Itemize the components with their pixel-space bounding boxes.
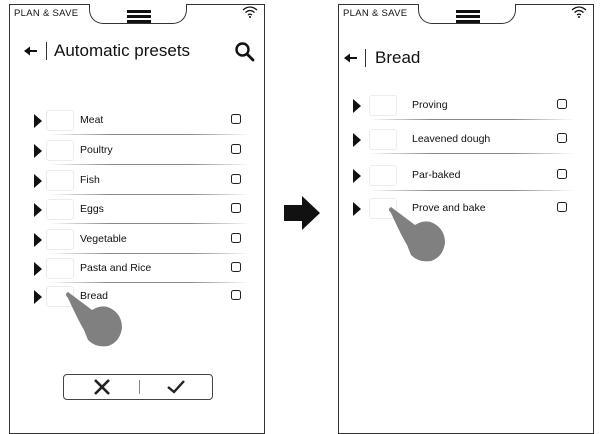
expand-triangle-icon[interactable] <box>34 203 42 217</box>
list-item-label: Vegetable <box>80 233 127 245</box>
check-icon <box>167 380 185 394</box>
hamburger-icon[interactable] <box>456 10 480 23</box>
checkbox[interactable] <box>231 174 241 184</box>
row-divider <box>50 194 250 195</box>
brand-label: PLAN & SAVE <box>343 8 408 19</box>
list-item[interactable]: Proving <box>339 93 595 121</box>
tap-hand-icon <box>66 292 122 347</box>
preset-thumbnail <box>46 110 74 131</box>
list-item[interactable]: Pasta and Rice <box>10 256 266 284</box>
preset-thumbnail <box>46 199 74 220</box>
checkbox[interactable] <box>231 262 241 272</box>
left-phone-screen: PLAN & SAVE Automatic presets Meat Poult… <box>9 4 265 434</box>
row-divider <box>50 134 250 135</box>
list-item[interactable]: Fish <box>10 168 266 196</box>
status-bar: PLAN & SAVE <box>10 4 264 27</box>
expand-triangle-icon[interactable] <box>34 144 42 158</box>
list-item[interactable]: Leavened dough <box>339 127 595 155</box>
expand-triangle-icon[interactable] <box>353 133 361 147</box>
checkbox[interactable] <box>557 99 567 109</box>
preset-thumbnail <box>46 229 74 250</box>
list-item[interactable]: Bread <box>10 284 266 312</box>
confirm-button[interactable] <box>140 375 212 399</box>
expand-triangle-icon[interactable] <box>353 169 361 183</box>
checkbox[interactable] <box>231 233 241 243</box>
action-bar <box>63 374 213 400</box>
title-divider <box>365 49 366 67</box>
list-item-label: Meat <box>80 114 104 126</box>
row-divider <box>50 164 250 165</box>
back-arrow-icon[interactable] <box>341 48 361 68</box>
expand-triangle-icon[interactable] <box>34 114 42 128</box>
checkbox[interactable] <box>231 144 241 154</box>
cancel-button[interactable] <box>64 375 139 399</box>
checkbox[interactable] <box>557 202 567 212</box>
list-item[interactable]: Vegetable <box>10 227 266 255</box>
preset-thumbnail <box>369 129 397 150</box>
list-item-label: Proving <box>412 99 448 111</box>
brand-label: PLAN & SAVE <box>14 8 79 19</box>
checkbox[interactable] <box>557 169 567 179</box>
menu-tab[interactable] <box>418 4 516 24</box>
checkbox[interactable] <box>557 133 567 143</box>
list-item[interactable]: Meat <box>10 108 266 136</box>
checkbox[interactable] <box>231 290 241 300</box>
right-phone-screen: PLAN & SAVE Bread Proving Leavened dough <box>338 4 594 434</box>
wifi-icon <box>571 6 587 18</box>
list-item-label: Poultry <box>80 144 113 156</box>
tap-hand-icon <box>389 207 445 262</box>
expand-triangle-icon[interactable] <box>34 290 42 304</box>
row-divider <box>369 153 574 154</box>
list-item-label: Leavened dough <box>412 133 491 145</box>
row-divider <box>369 190 574 191</box>
preset-thumbnail <box>369 165 397 186</box>
checkbox[interactable] <box>231 203 241 213</box>
preset-thumbnail <box>46 258 74 279</box>
list-item[interactable]: Poultry <box>10 138 266 166</box>
list-item-label: Pasta and Rice <box>80 262 152 274</box>
wifi-icon <box>242 6 258 18</box>
preset-thumbnail <box>46 170 74 191</box>
right-arrow-icon <box>284 196 320 230</box>
back-arrow-icon[interactable] <box>21 41 41 61</box>
close-icon <box>94 379 110 395</box>
page-title: Bread <box>375 48 421 67</box>
row-divider <box>50 253 250 254</box>
list-item-label: Eggs <box>80 203 104 215</box>
status-bar: PLAN & SAVE <box>339 4 593 27</box>
list-item-label: Fish <box>80 174 100 186</box>
expand-triangle-icon[interactable] <box>353 99 361 113</box>
search-icon[interactable] <box>234 41 256 63</box>
menu-tab[interactable] <box>89 4 187 24</box>
preset-thumbnail <box>46 140 74 161</box>
page-title: Automatic presets <box>54 41 191 60</box>
row-divider <box>369 119 574 120</box>
list-item[interactable]: Eggs <box>10 197 266 225</box>
expand-triangle-icon[interactable] <box>353 202 361 216</box>
list-item[interactable]: Prove and bake <box>339 196 595 224</box>
hamburger-icon[interactable] <box>127 10 151 23</box>
list-item[interactable]: Par-baked <box>339 163 595 191</box>
preset-thumbnail <box>369 95 397 116</box>
list-item-label: Par-baked <box>412 169 461 181</box>
expand-triangle-icon[interactable] <box>34 262 42 276</box>
expand-triangle-icon[interactable] <box>34 174 42 188</box>
checkbox[interactable] <box>231 114 241 124</box>
title-divider <box>46 42 47 60</box>
row-divider <box>50 223 250 224</box>
row-divider <box>50 282 250 283</box>
expand-triangle-icon[interactable] <box>34 233 42 247</box>
